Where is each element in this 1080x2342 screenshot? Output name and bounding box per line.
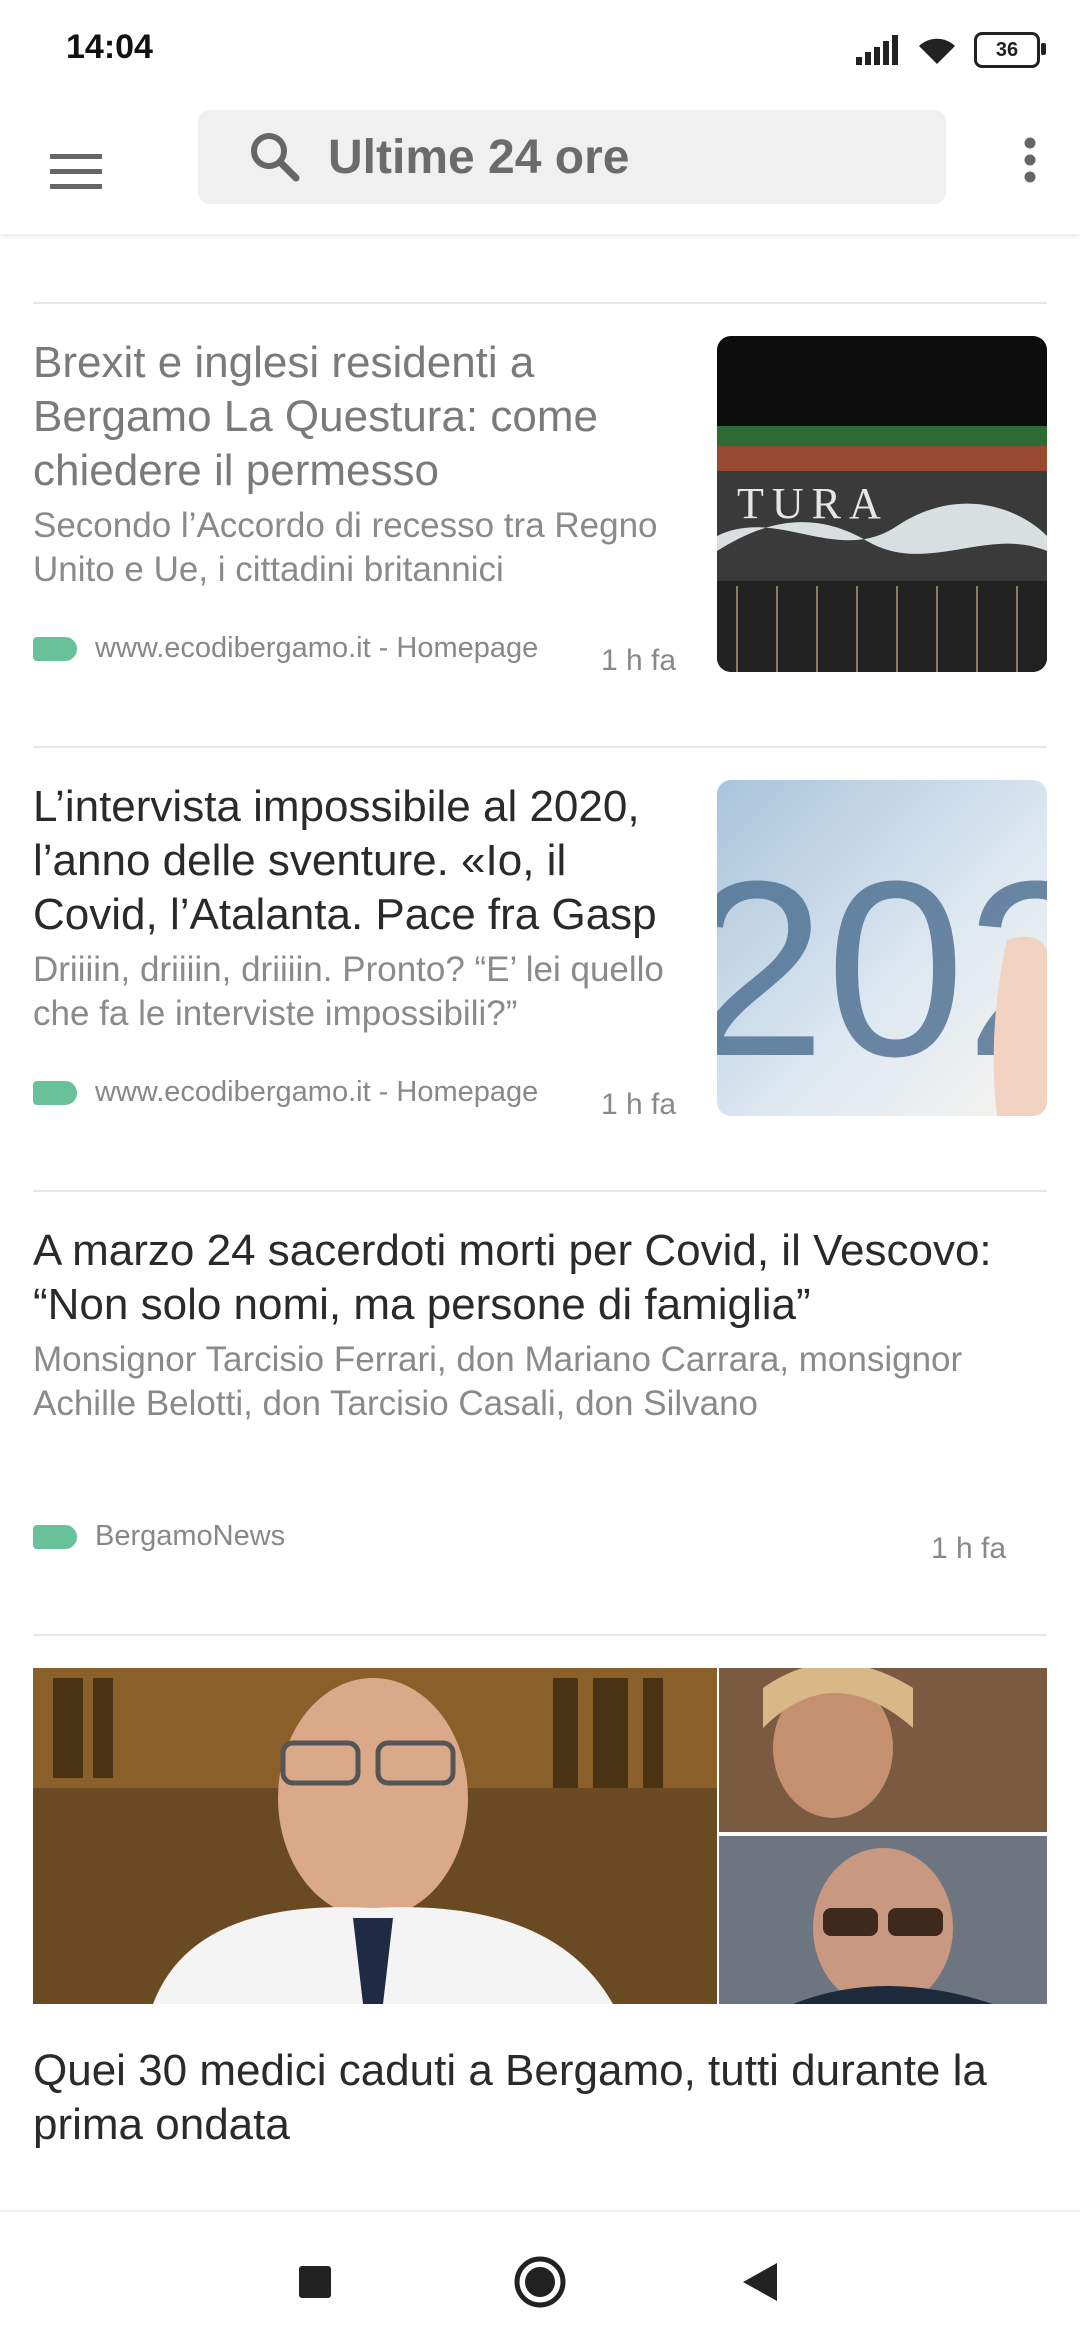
hamburger-icon — [50, 154, 102, 189]
article-card[interactable]: Quei 30 medici caduti a Bergamo, tutti d… — [33, 2044, 1047, 2152]
back-triangle-icon — [743, 2263, 777, 2301]
divider — [33, 1190, 1047, 1192]
article-thumbnail[interactable]: 202 — [717, 780, 1047, 1116]
2020-image: 202 — [717, 780, 1047, 1116]
search-input[interactable]: Ultime 24 ore — [328, 130, 629, 185]
article-thumbnail[interactable]: TURA — [717, 336, 1047, 672]
article-image-collage[interactable] — [33, 1668, 1047, 2004]
menu-button[interactable] — [36, 132, 116, 212]
article-meta: www.ecodibergamo.it - Homepage — [33, 1076, 538, 1109]
article-time: 1 h fa — [931, 1532, 1007, 1565]
article-snippet: Secondo l’Accordo di recesso tra Regno U… — [33, 506, 658, 589]
article-snippet: Monsignor Tarcisio Ferrari, don Mariano … — [33, 1340, 963, 1423]
wifi-icon — [919, 38, 955, 64]
divider — [33, 746, 1047, 748]
recents-button[interactable] — [285, 2252, 345, 2312]
search-field[interactable]: Ultime 24 ore — [198, 110, 946, 204]
article-title: A marzo 24 sacerdoti morti per Covid, il… — [33, 1226, 992, 1329]
signal-icon — [856, 35, 898, 65]
status-icons: 36 — [856, 30, 1046, 70]
source-tag-icon — [33, 1080, 77, 1105]
square-icon — [299, 2266, 331, 2298]
home-circle-icon — [514, 2256, 566, 2308]
article-source: www.ecodibergamo.it - Homepage — [95, 1076, 539, 1108]
article-time: 1 h fa — [601, 1088, 677, 1121]
article-title: Brexit e inglesi residenti a Bergamo La … — [33, 338, 598, 495]
article-meta: www.ecodibergamo.it - Homepage — [33, 632, 538, 665]
more-vert-icon — [1024, 137, 1036, 183]
divider — [33, 302, 1047, 304]
article-title: L’intervista impossibile al 2020, l’anno… — [33, 782, 657, 939]
article-meta: BergamoNews — [33, 1520, 285, 1553]
home-button[interactable] — [510, 2252, 570, 2312]
article-card[interactable]: A marzo 24 sacerdoti morti per Covid, il… — [33, 1224, 1047, 1565]
more-options-button[interactable] — [990, 120, 1070, 200]
source-tag-icon — [33, 636, 77, 661]
status-bar: 14:04 36 — [0, 0, 1080, 100]
navigation-bar — [0, 2210, 1080, 2342]
battery-icon: 36 — [974, 32, 1046, 68]
doctors-photo — [33, 1668, 1047, 2004]
divider — [33, 1634, 1047, 1636]
article-snippet: Driiiin, driiiin, driiiin. Pronto? “E’ l… — [33, 950, 664, 1033]
battery-level: 36 — [995, 38, 1019, 61]
back-button[interactable] — [730, 2252, 790, 2312]
article-source: www.ecodibergamo.it - Homepage — [95, 632, 539, 664]
article-card[interactable]: L’intervista impossibile al 2020, l’anno… — [33, 780, 1047, 1121]
app-bar: Ultime 24 ore — [0, 100, 1080, 234]
article-card[interactable]: Brexit e inglesi residenti a Bergamo La … — [33, 336, 1047, 677]
article-title: Quei 30 medici caduti a Bergamo, tutti d… — [33, 2046, 987, 2149]
search-icon — [251, 133, 300, 182]
status-time: 14:04 — [66, 28, 153, 66]
source-tag-icon — [33, 1524, 77, 1549]
questura-image: TURA — [717, 336, 1047, 672]
article-source: BergamoNews — [95, 1520, 286, 1552]
image-caption: TURA — [737, 479, 889, 528]
article-time: 1 h fa — [601, 644, 677, 677]
